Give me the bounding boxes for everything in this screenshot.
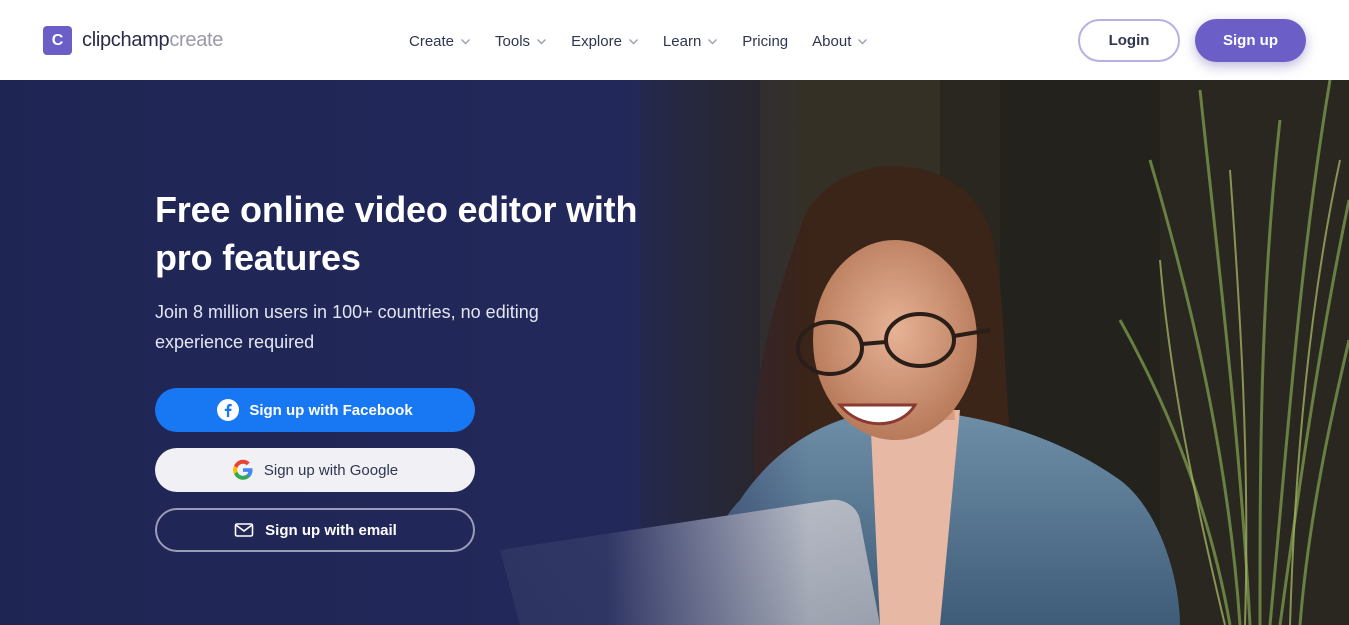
nav-about[interactable]: About <box>812 30 868 52</box>
nav-tools-label: Tools <box>495 32 531 50</box>
chevron-down-icon <box>707 36 718 47</box>
nav-create[interactable]: Create <box>409 30 471 52</box>
nav-learn-label: Learn <box>662 32 702 50</box>
nav-create-label: Create <box>409 32 455 50</box>
login-button[interactable]: Login <box>1078 19 1180 62</box>
nav-explore[interactable]: Explore <box>571 30 639 52</box>
signup-button[interactable]: Sign up <box>1195 19 1306 62</box>
facebook-icon <box>217 399 240 421</box>
logo-name: clipchamp <box>82 29 170 51</box>
logo-wordmark: clipchampcreate <box>82 29 223 52</box>
signup-email-label: Sign up with email <box>265 521 397 539</box>
top-header: C clipchampcreate Create Tools Explore L… <box>0 0 1349 80</box>
nav-explore-label: Explore <box>571 32 622 50</box>
nav-learn[interactable]: Learn <box>663 30 718 52</box>
hero-title: Free online video editor with pro featur… <box>155 189 638 278</box>
signup-google-button[interactable]: Sign up with Google <box>155 448 475 492</box>
signup-email-button[interactable]: Sign up with email <box>155 508 475 552</box>
signup-facebook-label: Sign up with Facebook <box>249 401 413 419</box>
clipchamp-logo[interactable]: C clipchampcreate <box>43 26 223 55</box>
nav-about-label: About <box>812 32 852 50</box>
chevron-down-icon <box>460 36 471 47</box>
chevron-down-icon <box>628 36 639 47</box>
logo-mark: C <box>43 26 72 55</box>
chevron-down-icon <box>857 36 868 47</box>
logo-suffix: create <box>169 29 224 51</box>
nav-pricing-label: Pricing <box>742 32 789 50</box>
signup-google-label: Sign up with Google <box>263 461 399 479</box>
nav-tools[interactable]: Tools <box>495 30 547 52</box>
hero-section: Free online video editor with pro featur… <box>0 80 1349 625</box>
nav-pricing[interactable]: Pricing <box>742 30 788 52</box>
google-icon <box>232 459 254 481</box>
main-nav: Create Tools Explore Learn Pricing About <box>409 30 892 52</box>
chevron-down-icon <box>536 36 547 47</box>
hero-subtitle: Join 8 million users in 100+ countries, … <box>155 302 539 352</box>
signup-facebook-button[interactable]: Sign up with Facebook <box>155 388 475 432</box>
mail-icon <box>233 519 255 541</box>
